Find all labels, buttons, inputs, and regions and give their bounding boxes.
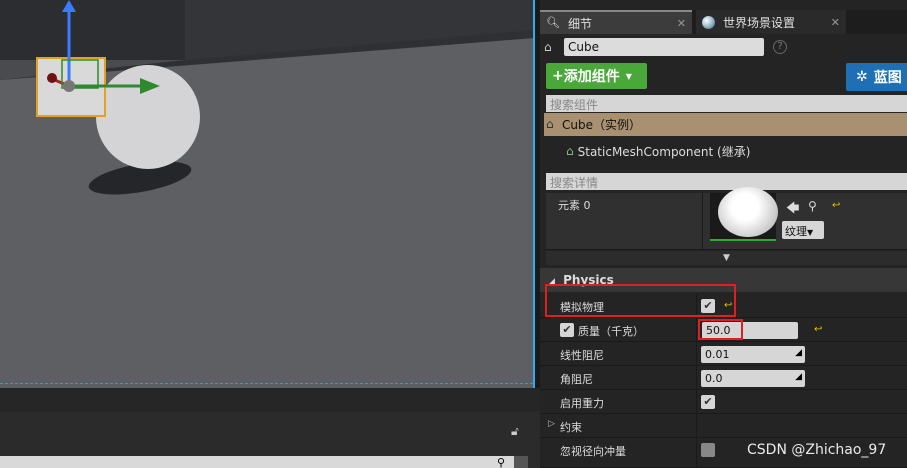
tab-details-label: 细节 bbox=[568, 16, 593, 31]
watermark: CSDN @Zhichao_97 bbox=[747, 442, 887, 458]
viewport-divider bbox=[0, 388, 540, 412]
tab-details[interactable]: 🔍︎ 细节 ✕ bbox=[540, 10, 692, 34]
add-component-button[interactable]: + 添加组件 ▼ bbox=[546, 63, 647, 89]
linear-damping-input[interactable]: 0.01 ◢ bbox=[701, 346, 805, 363]
close-icon[interactable]: ✕ bbox=[831, 16, 840, 29]
chevron-down-icon: ▼ bbox=[625, 71, 632, 81]
linear-damping-row: 线性阻尼 0.01 ◢ bbox=[540, 342, 907, 366]
mass-override-checkbox[interactable]: ✔ bbox=[560, 323, 574, 337]
ignore-radial-impulse-label: 忽视径向冲量 bbox=[560, 445, 626, 458]
texture-dropdown[interactable]: 纹理▼ bbox=[782, 221, 824, 239]
chevron-down-icon: ▼ bbox=[807, 228, 814, 237]
details-panel: 🔍︎ 细节 ✕ 世界场景设置 ✕ ⌂ Cube ? + 添加组件 ▼ ✲ 蓝图 … bbox=[540, 0, 907, 468]
ignore-radial-impulse-checkbox[interactable] bbox=[701, 443, 715, 457]
drag-handle-icon[interactable]: ◢ bbox=[795, 372, 802, 382]
magnifier-icon: 🔍︎ bbox=[546, 16, 560, 29]
enable-gravity-checkbox[interactable]: ✔ bbox=[701, 395, 715, 409]
tab-world-settings[interactable]: 世界场景设置 ✕ bbox=[696, 10, 846, 34]
instance-label: Cube（实例） bbox=[562, 118, 641, 132]
highlight-box-simulate bbox=[545, 284, 736, 317]
constraints-row[interactable]: ▷ 约束 bbox=[540, 414, 907, 438]
texture-dropdown-label: 纹理 bbox=[785, 225, 807, 238]
tab-bar: 🔍︎ 细节 ✕ 世界场景设置 ✕ bbox=[540, 10, 907, 34]
actor-name-field[interactable]: Cube bbox=[564, 38, 764, 56]
viewport-scene bbox=[0, 0, 533, 390]
actor-icon: ⌂ bbox=[546, 117, 554, 131]
arrow-left-icon[interactable]: 🡄 bbox=[786, 199, 799, 221]
blueprint-button[interactable]: ✲ 蓝图 bbox=[846, 63, 907, 91]
enable-gravity-label: 启用重力 bbox=[560, 397, 604, 410]
tab-world-label: 世界场景设置 bbox=[723, 15, 796, 30]
element-0-label: 元素 0 bbox=[558, 199, 591, 212]
reset-icon[interactable]: ↩ bbox=[814, 324, 822, 335]
element-0-row: 元素 0 🡄 ⚲ ↩ 纹理▼ bbox=[546, 187, 907, 250]
help-icon[interactable]: ? bbox=[773, 40, 787, 54]
actor-icon: ⌂ bbox=[544, 40, 552, 54]
material-thumbnail[interactable] bbox=[710, 187, 778, 241]
search-details-input[interactable]: 搜索详情 bbox=[546, 173, 907, 190]
mass-label: 质量（千克） bbox=[578, 325, 644, 338]
lock-icon[interactable]: 🔓︎ bbox=[511, 424, 525, 438]
search-icon[interactable]: ⚲ bbox=[808, 199, 817, 213]
angular-damping-row: 角阻尼 0.0 ◢ bbox=[540, 366, 907, 390]
bottom-search-field[interactable] bbox=[0, 456, 515, 468]
highlight-box-mass bbox=[698, 319, 743, 340]
scrollbar[interactable] bbox=[514, 456, 528, 468]
angular-damping-label: 角阻尼 bbox=[560, 373, 593, 386]
drag-handle-icon[interactable]: ◢ bbox=[795, 348, 802, 358]
blueprint-icon: ✲ bbox=[856, 69, 868, 85]
static-mesh-icon: ⌂ bbox=[566, 144, 574, 158]
angular-damping-value: 0.0 bbox=[705, 372, 723, 385]
search-components-input[interactable]: 搜索组件 bbox=[546, 95, 907, 112]
reset-icon[interactable]: ↩ bbox=[832, 200, 840, 211]
expand-triangle-icon: ▷ bbox=[548, 419, 555, 429]
blueprint-label: 蓝图 bbox=[873, 70, 902, 86]
component-tree-instance[interactable]: ⌂ Cube（实例） bbox=[544, 113, 907, 136]
level-viewport[interactable] bbox=[0, 0, 535, 390]
close-icon[interactable]: ✕ bbox=[677, 17, 686, 30]
linear-damping-value: 0.01 bbox=[705, 348, 730, 361]
search-icon: ⚲ bbox=[497, 456, 506, 468]
enable-gravity-row: 启用重力 ✔ bbox=[540, 390, 907, 414]
component-tree-child[interactable]: ⌂ StaticMeshComponent (继承) bbox=[566, 142, 750, 160]
add-component-label: 添加组件 bbox=[563, 69, 620, 85]
angular-damping-input[interactable]: 0.0 ◢ bbox=[701, 370, 805, 387]
actor-name-row: ⌂ Cube ? bbox=[540, 36, 907, 58]
expand-chevron-icon[interactable]: ▼ bbox=[546, 251, 907, 265]
constraints-label: 约束 bbox=[560, 421, 582, 434]
globe-icon bbox=[702, 15, 715, 29]
child-label: StaticMeshComponent (继承) bbox=[577, 144, 751, 159]
linear-damping-label: 线性阻尼 bbox=[560, 349, 604, 362]
plus-icon: + bbox=[552, 68, 564, 84]
